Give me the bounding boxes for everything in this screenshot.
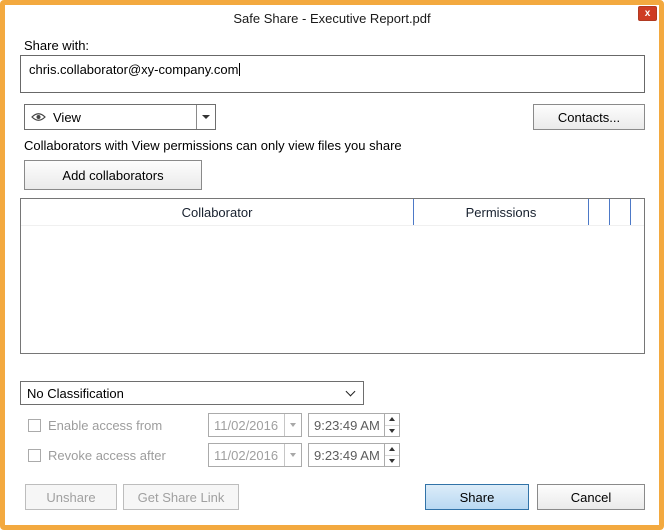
collaborator-table: Collaborator Permissions (20, 198, 645, 354)
share-with-value: chris.collaborator@xy-company.com (29, 62, 239, 77)
revoke-access-checkbox[interactable] (28, 448, 41, 462)
enable-access-row: Enable access from 11/02/2016 9:23:49 AM (20, 412, 645, 438)
add-collaborators-button[interactable]: Add collaborators (24, 160, 202, 190)
enable-from-date-picker[interactable]: 11/02/2016 (208, 413, 302, 437)
text-caret (239, 63, 241, 76)
spin-down-icon[interactable] (385, 454, 399, 467)
contacts-button[interactable]: Contacts... (533, 104, 645, 130)
classification-value: No Classification (27, 385, 124, 401)
eye-icon (25, 112, 51, 122)
classification-dropdown[interactable]: No Classification (20, 381, 364, 405)
get-share-link-button[interactable]: Get Share Link (123, 484, 239, 510)
unshare-button[interactable]: Unshare (25, 484, 117, 510)
chevron-down-icon (345, 386, 356, 396)
spin-down-icon[interactable] (385, 424, 399, 437)
collaborator-table-body (21, 226, 644, 353)
enable-from-time-picker[interactable]: 9:23:49 AM (308, 413, 400, 437)
close-icon: x (644, 7, 651, 19)
revoke-access-row: Revoke access after 11/02/2016 9:23:49 A… (20, 442, 645, 468)
calendar-dropdown-icon (284, 414, 301, 436)
dialog-content: Share with: chris.collaborator@xy-compan… (5, 31, 659, 510)
collaborator-table-header: Collaborator Permissions (21, 199, 644, 226)
permissions-column-header[interactable]: Permissions (414, 199, 589, 225)
cancel-button[interactable]: Cancel (537, 484, 645, 510)
permission-value: View (53, 109, 81, 125)
enable-from-time-value: 9:23:49 AM (314, 417, 380, 433)
collaborator-column-header[interactable]: Collaborator (21, 199, 414, 225)
time-spinner (384, 444, 399, 466)
permission-row: View Contacts... (20, 104, 645, 130)
revoke-access-label: Revoke access after (48, 447, 166, 463)
share-button[interactable]: Share (425, 484, 529, 510)
enable-from-date-value: 11/02/2016 (214, 417, 279, 433)
close-button[interactable]: x (638, 6, 657, 21)
revoke-after-date-picker[interactable]: 11/02/2016 (208, 443, 302, 467)
share-with-input[interactable]: chris.collaborator@xy-company.com (20, 55, 645, 93)
revoke-after-date-value: 11/02/2016 (214, 447, 279, 463)
extra-column-header-1 (589, 199, 610, 225)
extra-column-header-2 (610, 199, 631, 225)
spin-up-icon[interactable] (385, 444, 399, 455)
enable-access-checkbox[interactable] (28, 418, 41, 432)
window-title: Safe Share - Executive Report.pdf (233, 10, 431, 26)
calendar-dropdown-icon (284, 444, 301, 466)
spin-up-icon[interactable] (385, 414, 399, 425)
revoke-after-time-picker[interactable]: 9:23:49 AM (308, 443, 400, 467)
time-spinner (384, 414, 399, 436)
titlebar: Safe Share - Executive Report.pdf x (5, 5, 659, 31)
revoke-after-time-value: 9:23:49 AM (314, 447, 380, 463)
chevron-down-icon[interactable] (196, 105, 215, 129)
footer-buttons: Unshare Get Share Link Share Cancel (20, 484, 645, 510)
share-with-label: Share with: (24, 38, 90, 53)
enable-access-label: Enable access from (48, 417, 163, 433)
permission-dropdown[interactable]: View (24, 104, 216, 130)
safe-share-dialog: Safe Share - Executive Report.pdf x Shar… (0, 0, 664, 530)
permission-hint: Collaborators with View permissions can … (24, 138, 402, 153)
